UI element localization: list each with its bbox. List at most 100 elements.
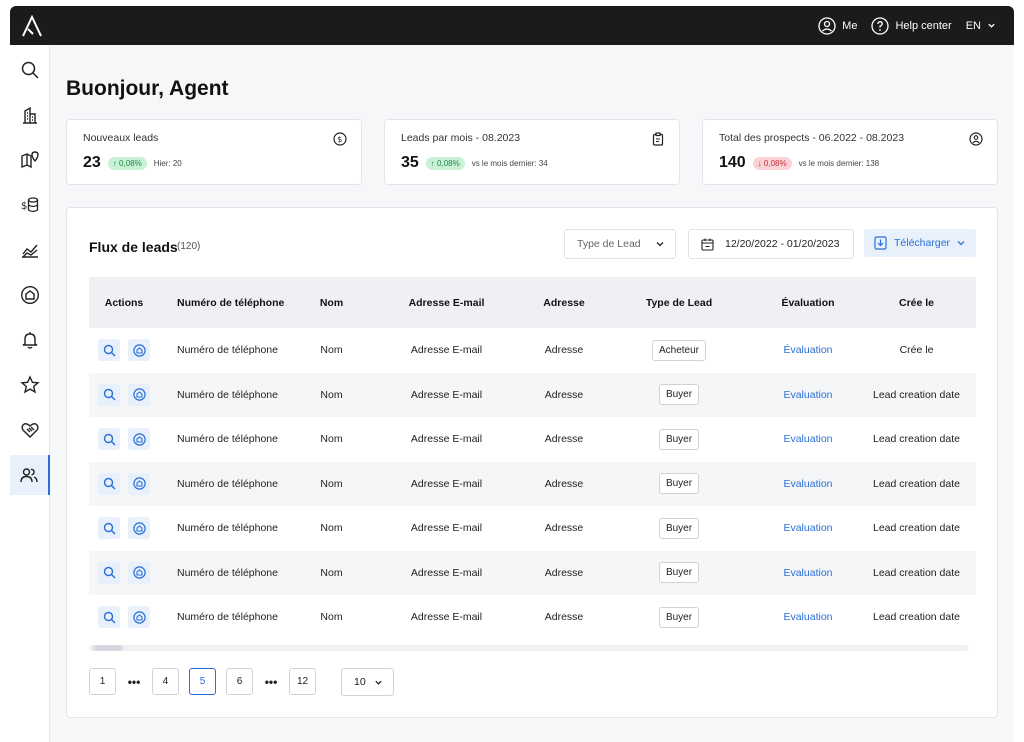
cell-name: Nom [320, 522, 343, 535]
home-circle-icon [132, 522, 146, 535]
clipboard-icon [652, 132, 664, 146]
sidebar-item-analytics[interactable] [10, 230, 50, 270]
download-button[interactable]: Télécharger [864, 229, 976, 257]
page-button-1[interactable]: 1 [89, 668, 116, 695]
property-button[interactable] [128, 428, 150, 451]
sidebar-item-finance[interactable]: $ [10, 185, 50, 225]
cell-name: Nom [320, 433, 343, 446]
stat-card-value: 23 [83, 154, 101, 171]
evaluation-link[interactable]: Evaluation [783, 522, 832, 534]
cell-phone: Numéro de téléphone [177, 566, 278, 579]
row-actions [89, 472, 159, 495]
view-lead-button[interactable] [98, 472, 120, 495]
page-button-6[interactable]: 6 [226, 668, 253, 695]
cell-evaluation: Evaluation [759, 522, 857, 534]
download-icon [874, 236, 887, 250]
user-circle-icon [969, 132, 983, 146]
cell-lead-type: Buyer [599, 473, 759, 495]
col-header-name: Nom [319, 296, 344, 309]
search-icon [103, 389, 115, 401]
cell-email: Adresse E-mail [410, 433, 483, 446]
property-button[interactable] [128, 517, 150, 540]
view-lead-button[interactable] [98, 428, 120, 451]
cell-address: Adresse [544, 566, 584, 579]
cell-name: Nom [320, 344, 343, 357]
view-lead-button[interactable] [98, 339, 120, 362]
lead-type-tag: Buyer [658, 428, 700, 450]
table-body: Numéro de téléphone Nom Adresse E-mail Adre… [89, 328, 976, 640]
property-button[interactable] [128, 383, 150, 406]
evaluation-link[interactable]: Evaluation [783, 478, 832, 490]
evaluation-link[interactable]: Evaluation [783, 433, 832, 445]
cell-created: Lead creation date [873, 611, 960, 624]
cell-email: Adresse E-mail [410, 477, 483, 490]
property-button[interactable] [128, 339, 150, 362]
table-row[interactable]: Numéro de téléphone Nom Adresse E-mail Adre… [89, 550, 976, 595]
rows-per-page-select[interactable]: 10 [341, 668, 394, 696]
home-circle-icon [132, 477, 146, 490]
svg-text:$: $ [337, 135, 342, 144]
sidebar-item-search[interactable] [10, 50, 50, 90]
col-header-created: Crée le [898, 296, 935, 309]
cell-phone: Numéro de téléphone [177, 611, 278, 624]
cell-phone: Numéro de téléphone [177, 522, 278, 535]
help-center-link[interactable]: Help center [871, 16, 952, 35]
date-range-label: 12/20/2022 - 01/20/2023 [725, 238, 840, 250]
lead-type-dropdown-label: Type de Lead [577, 238, 641, 250]
search-icon [103, 344, 115, 357]
table-row[interactable]: Numéro de téléphone Nom Adresse E-mail Adre… [89, 461, 976, 506]
language-selector[interactable]: EN [966, 20, 996, 32]
table-row[interactable]: Numéro de téléphone Nom Adresse E-mail Adre… [89, 372, 976, 417]
row-actions [89, 428, 159, 451]
evaluation-link[interactable]: Évaluation [783, 344, 832, 356]
property-button[interactable] [128, 561, 150, 584]
pagination-ellipsis: ••• [264, 674, 278, 689]
stat-card-value: 140 [719, 154, 746, 171]
panel-title: Flux de leads [89, 239, 178, 255]
evaluation-link[interactable]: Evaluation [783, 567, 832, 579]
a-logo-icon[interactable] [20, 15, 44, 37]
cell-lead-type: Buyer [599, 428, 759, 450]
view-lead-button[interactable] [98, 561, 120, 584]
table-header: Actions Numéro de téléphone Nom Adresse … [89, 277, 976, 328]
evaluation-link[interactable]: Evaluation [783, 389, 832, 401]
stat-card-comparison: vs le mois dernier: 138 [798, 158, 880, 168]
sidebar-item-leads[interactable] [10, 455, 50, 495]
me-menu[interactable]: Me [818, 16, 857, 35]
view-lead-button[interactable] [98, 383, 120, 406]
sidebar-item-notifications[interactable] [10, 320, 50, 360]
sidebar-item-map[interactable] [10, 140, 50, 180]
col-header-address: Adresse [543, 296, 585, 309]
table-row[interactable]: Numéro de téléphone Nom Adresse E-mail Adre… [89, 417, 976, 462]
col-header-evaluation: Évaluation [781, 296, 835, 309]
col-header-actions: Actions [104, 296, 144, 309]
property-button[interactable] [128, 606, 150, 629]
page-button-12[interactable]: 12 [289, 668, 316, 695]
trend-up-badge: ↑ 0,08% [425, 156, 465, 170]
date-range-picker[interactable]: 12/20/2022 - 01/20/2023 [688, 229, 854, 259]
horizontal-scrollbar[interactable] [89, 645, 969, 651]
cell-lead-type: Buyer [599, 384, 759, 406]
stat-card-title: Nouveaux leads [83, 132, 159, 144]
property-button[interactable] [128, 472, 150, 495]
view-lead-button[interactable] [98, 517, 120, 540]
sidebar-item-buildings[interactable] [10, 95, 50, 135]
evaluation-link[interactable]: Evaluation [783, 611, 832, 623]
sidebar-item-properties[interactable] [10, 275, 50, 315]
page-button-4[interactable]: 4 [152, 668, 179, 695]
row-actions [89, 339, 159, 362]
sidebar-item-deals[interactable] [10, 410, 50, 450]
scrollbar-thumb[interactable] [93, 645, 123, 651]
view-lead-button[interactable] [98, 606, 120, 629]
table-row[interactable]: Numéro de téléphone Nom Adresse E-mail Adre… [89, 328, 976, 373]
table-row[interactable]: Numéro de téléphone Nom Adresse E-mail Adre… [89, 595, 976, 640]
lead-type-dropdown[interactable]: Type de Lead [564, 229, 676, 259]
sidebar-item-favorites[interactable] [10, 365, 50, 405]
cell-lead-type: Buyer [599, 606, 759, 628]
chevron-down-icon [375, 680, 382, 685]
trend-down-badge: ↓ 0,08% [752, 156, 792, 170]
page-button-5[interactable]: 5 [189, 668, 216, 695]
cell-evaluation: Evaluation [759, 611, 857, 623]
table-row[interactable]: Numéro de téléphone Nom Adresse E-mail Adre… [89, 506, 976, 551]
help-circle-icon [871, 16, 890, 35]
